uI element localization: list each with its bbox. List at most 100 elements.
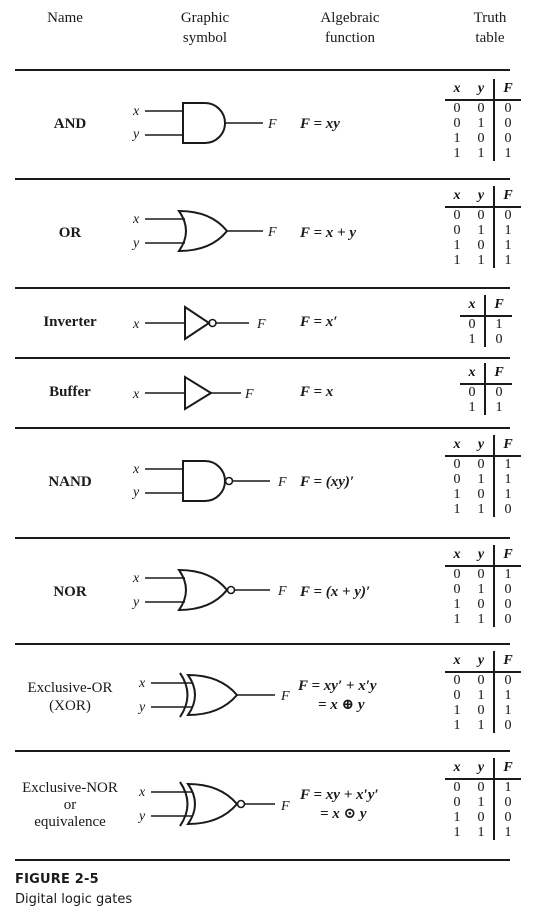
gate-row-xnor: Exclusive-NOR or equivalence x y F F = xy … <box>0 752 550 859</box>
truth-value: 0 <box>504 673 512 688</box>
truth-value: 1 <box>453 238 461 253</box>
input-label: x <box>132 212 140 227</box>
truth-value: 0 <box>504 718 512 733</box>
truth-value: 1 <box>504 780 512 795</box>
truth-value: 0 <box>469 207 495 223</box>
truth-value: 0 <box>469 566 495 582</box>
input-label: x <box>138 785 146 800</box>
gate-function: F = x′ <box>300 314 338 330</box>
output-label: F <box>256 317 266 332</box>
table-row: 110 <box>445 718 521 733</box>
truth-value: 0 <box>469 597 495 612</box>
header-algebraic-function: Algebraic function <box>320 10 380 46</box>
truth-value: 1 <box>469 253 495 268</box>
truth-value: 1 <box>504 487 512 502</box>
input-label: y <box>131 127 140 142</box>
table-row: 010 <box>445 795 521 810</box>
gate-name: Exclusive-OR (XOR) <box>27 680 113 714</box>
truth-value: 0 <box>504 131 512 146</box>
truth-value: 0 <box>460 316 486 332</box>
gate-function: F = xy + x′y′ = x ⊙ y <box>300 787 379 822</box>
gate-function: F = (x + y)′ <box>300 584 371 600</box>
or-gate-icon: x y F <box>125 199 295 269</box>
table-row: 010 <box>445 582 521 597</box>
col-header: x <box>460 363 486 385</box>
truth-value: 0 <box>504 582 512 597</box>
table-row: 110 <box>445 612 521 627</box>
divider <box>15 859 510 861</box>
truth-value: 1 <box>469 223 495 238</box>
xnor-gate-icon: x y F <box>125 772 295 842</box>
table-row: 011 <box>445 223 521 238</box>
truth-value: 1 <box>495 400 503 415</box>
col-header: x <box>445 651 469 673</box>
col-header: y <box>469 651 495 673</box>
table-row: 001 <box>445 779 521 795</box>
table-row: 111 <box>445 825 521 840</box>
truth-value: 1 <box>453 487 461 502</box>
truth-value: 0 <box>453 688 461 703</box>
table-row: 111 <box>445 146 521 161</box>
gate-function: F = x + y <box>300 225 356 241</box>
header-graphic-symbol: Graphic symbol <box>180 10 230 46</box>
output-label: F <box>277 475 287 490</box>
truth-value: 0 <box>469 238 495 253</box>
truth-table: xyF 001 011 101 110 <box>445 435 540 517</box>
table-row: 111 <box>445 253 521 268</box>
col-header: y <box>469 79 495 101</box>
truth-value: 1 <box>469 502 495 517</box>
table-row: 000 <box>445 100 521 116</box>
col-header: F <box>494 79 521 101</box>
truth-value: 0 <box>504 101 512 116</box>
header-name: Name <box>47 10 83 26</box>
truth-value: 0 <box>504 597 512 612</box>
table-row: 011 <box>445 688 521 703</box>
inverter-gate-icon: x F <box>125 291 295 361</box>
truth-value: 0 <box>453 208 461 223</box>
input-label: y <box>131 595 140 610</box>
gate-name: Exclusive-NOR or equivalence <box>22 780 118 830</box>
table-row: 101 <box>445 703 521 718</box>
table-row: 011 <box>445 472 521 487</box>
col-header: F <box>494 186 521 208</box>
truth-value: 1 <box>504 567 512 582</box>
truth-value: 0 <box>469 672 495 688</box>
gate-name: Inverter <box>43 314 97 330</box>
truth-value: 1 <box>453 131 461 146</box>
gate-row-buffer: Buffer x F F = x xF 00 11 <box>0 359 550 427</box>
gate-row-nand: NAND x y F F = (xy)′ xyF 001 011 101 110 <box>0 429 550 537</box>
truth-value: 0 <box>504 208 512 223</box>
truth-table: xyF 000 011 101 110 <box>445 651 540 733</box>
input-label: y <box>137 700 146 715</box>
truth-value: 1 <box>504 253 512 268</box>
figure-caption: Digital logic gates <box>15 892 133 907</box>
truth-value: 1 <box>504 703 512 718</box>
col-header: F <box>494 435 521 457</box>
col-header: y <box>469 545 495 567</box>
truth-value: 0 <box>469 100 495 116</box>
truth-value: 1 <box>469 582 495 597</box>
truth-value: 0 <box>495 385 503 400</box>
col-header: F <box>494 758 521 780</box>
truth-value: 1 <box>453 703 461 718</box>
truth-value: 0 <box>469 456 495 472</box>
xor-gate-icon: x y F <box>125 663 295 733</box>
truth-value: 0 <box>453 223 461 238</box>
truth-table: xyF 000 010 100 111 <box>445 79 540 161</box>
gate-name: NOR <box>53 584 87 600</box>
truth-table: xyF 001 010 100 110 <box>445 545 540 627</box>
table-row: 101 <box>445 487 521 502</box>
truth-value: 0 <box>460 384 486 400</box>
truth-value: 1 <box>460 400 486 415</box>
input-label: x <box>132 104 140 119</box>
truth-value: 0 <box>504 612 512 627</box>
input-label: x <box>132 571 140 586</box>
truth-value: 1 <box>504 472 512 487</box>
truth-value: 0 <box>469 810 495 825</box>
table-row: 01 <box>460 316 512 332</box>
col-header: F <box>485 295 512 317</box>
table-row: 100 <box>445 597 521 612</box>
table-row: 10 <box>460 332 512 347</box>
col-header: F <box>485 363 512 385</box>
gate-function: F = x <box>300 384 334 400</box>
